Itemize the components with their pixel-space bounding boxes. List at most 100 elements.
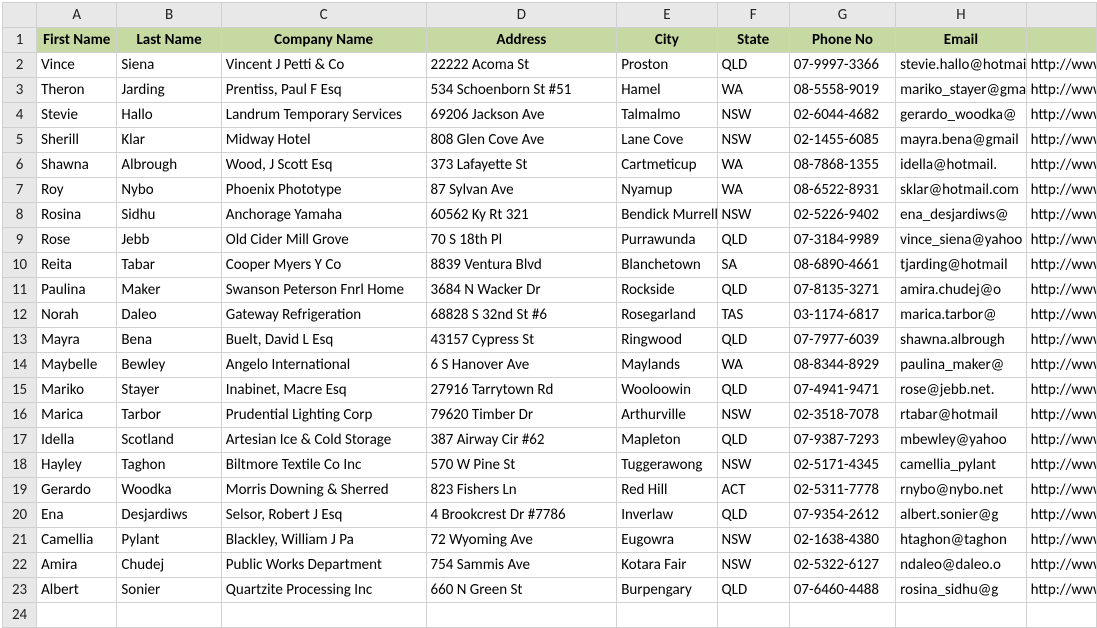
cell[interactable]: http://www <box>1026 153 1096 178</box>
cell[interactable]: vince_siena@yahoo <box>896 228 1026 253</box>
cell[interactable]: Rosegarland <box>617 303 717 328</box>
cell[interactable]: Nyamup <box>617 178 717 203</box>
cell[interactable]: 02-5311-7778 <box>789 478 895 503</box>
cell[interactable]: QLD <box>717 428 789 453</box>
cell[interactable]: http://www <box>1026 203 1096 228</box>
cell[interactable]: 08-5558-9019 <box>789 78 895 103</box>
cell[interactable]: Klar <box>117 128 221 153</box>
cell[interactable]: mayra.bena@gmail <box>896 128 1026 153</box>
cell[interactable]: 570 W Pine St <box>426 453 617 478</box>
cell[interactable]: SA <box>717 253 789 278</box>
cell[interactable]: WA <box>717 353 789 378</box>
cell[interactable]: http://www <box>1026 553 1096 578</box>
cell[interactable]: Albert <box>37 578 117 603</box>
cell[interactable]: http://www <box>1026 403 1096 428</box>
cell[interactable]: shawna.albrough <box>896 328 1026 353</box>
cell[interactable]: http://www <box>1026 353 1096 378</box>
cell[interactable]: amira.chudej@o <box>896 278 1026 303</box>
cell[interactable]: Siena <box>117 53 221 78</box>
cell[interactable]: QLD <box>717 328 789 353</box>
select-all-corner[interactable] <box>3 3 37 28</box>
cell[interactable]: Sherill <box>37 128 117 153</box>
header-cell[interactable]: Last Name <box>117 28 221 53</box>
cell[interactable]: TAS <box>717 303 789 328</box>
header-cell[interactable]: First Name <box>37 28 117 53</box>
row-header-2[interactable]: 2 <box>3 53 37 78</box>
cell[interactable]: 4 Brookcrest Dr #7786 <box>426 503 617 528</box>
cell[interactable]: 22222 Acoma St <box>426 53 617 78</box>
col-header-A[interactable]: A <box>37 3 117 28</box>
cell[interactable]: Vincent J Petti & Co <box>221 53 426 78</box>
cell[interactable]: ACT <box>717 478 789 503</box>
col-header-H[interactable]: H <box>896 3 1026 28</box>
cell[interactable]: rtabar@hotmail <box>896 403 1026 428</box>
cell[interactable]: camellia_pylant <box>896 453 1026 478</box>
cell[interactable]: NSW <box>717 103 789 128</box>
row-header-3[interactable]: 3 <box>3 78 37 103</box>
cell[interactable]: http://www <box>1026 178 1096 203</box>
cell[interactable]: WA <box>717 178 789 203</box>
cell[interactable]: Roy <box>37 178 117 203</box>
cell[interactable]: Vince <box>37 53 117 78</box>
cell[interactable]: Blackley, William J Pa <box>221 528 426 553</box>
cell[interactable]: 808 Glen Cove Ave <box>426 128 617 153</box>
cell[interactable]: sklar@hotmail.com <box>896 178 1026 203</box>
cell[interactable]: Rose <box>37 228 117 253</box>
cell[interactable]: ena_desjardiws@ <box>896 203 1026 228</box>
cell[interactable]: QLD <box>717 278 789 303</box>
cell[interactable]: htaghon@taghon <box>896 528 1026 553</box>
row-header-10[interactable]: 10 <box>3 253 37 278</box>
cell[interactable]: http://www <box>1026 253 1096 278</box>
col-header-C[interactable]: C <box>221 3 426 28</box>
cell[interactable]: 07-4941-9471 <box>789 378 895 403</box>
cell[interactable]: 02-5322-6127 <box>789 553 895 578</box>
cell[interactable]: NSW <box>717 528 789 553</box>
row-header-16[interactable]: 16 <box>3 403 37 428</box>
cell[interactable]: Hamel <box>617 78 717 103</box>
cell[interactable]: 02-1455-6085 <box>789 128 895 153</box>
cell[interactable]: NSW <box>717 203 789 228</box>
cell[interactable]: http://www <box>1026 53 1096 78</box>
cell[interactable]: 08-7868-1355 <box>789 153 895 178</box>
cell[interactable]: Woodka <box>117 478 221 503</box>
cell[interactable]: http://www <box>1026 503 1096 528</box>
cell[interactable]: NSW <box>717 403 789 428</box>
cell[interactable]: http://www <box>1026 78 1096 103</box>
cell[interactable]: stevie.hallo@hotmail.com <box>896 53 1026 78</box>
cell[interactable]: 08-6890-4661 <box>789 253 895 278</box>
cell[interactable]: 07-8135-3271 <box>789 278 895 303</box>
cell[interactable]: Rosina <box>37 203 117 228</box>
cell[interactable]: 02-5226-9402 <box>789 203 895 228</box>
cell[interactable]: gerardo_woodka@ <box>896 103 1026 128</box>
cell[interactable]: 02-3518-7078 <box>789 403 895 428</box>
row-header-19[interactable]: 19 <box>3 478 37 503</box>
cell[interactable]: Bewley <box>117 353 221 378</box>
cell[interactable]: Cartmeticup <box>617 153 717 178</box>
row-header-1[interactable]: 1 <box>3 28 37 53</box>
cell[interactable]: http://www <box>1026 303 1096 328</box>
cell[interactable]: Artesian Ice & Cold Storage <box>221 428 426 453</box>
header-cell[interactable] <box>1026 28 1096 53</box>
cell[interactable]: Purrawunda <box>617 228 717 253</box>
cell[interactable]: Tarbor <box>117 403 221 428</box>
cell[interactable]: http://www <box>1026 278 1096 303</box>
cell[interactable]: Wooloowin <box>617 378 717 403</box>
cell[interactable]: Pylant <box>117 528 221 553</box>
cell[interactable]: mbewley@yahoo <box>896 428 1026 453</box>
cell[interactable]: Idella <box>37 428 117 453</box>
cell[interactable]: 07-9354-2612 <box>789 503 895 528</box>
cell[interactable] <box>896 603 1026 628</box>
col-header-D[interactable]: D <box>426 3 617 28</box>
cell[interactable]: Selsor, Robert J Esq <box>221 503 426 528</box>
cell[interactable]: Old Cider Mill Grove <box>221 228 426 253</box>
cell[interactable]: http://www <box>1026 453 1096 478</box>
row-header-14[interactable]: 14 <box>3 353 37 378</box>
cell[interactable]: 07-6460-4488 <box>789 578 895 603</box>
cell[interactable]: 754 Sammis Ave <box>426 553 617 578</box>
cell[interactable]: WA <box>717 153 789 178</box>
cell[interactable]: marica.tarbor@ <box>896 303 1026 328</box>
col-header-I[interactable] <box>1026 3 1096 28</box>
cell[interactable]: Midway Hotel <box>221 128 426 153</box>
cell[interactable]: Nybo <box>117 178 221 203</box>
cell[interactable]: http://www <box>1026 103 1096 128</box>
